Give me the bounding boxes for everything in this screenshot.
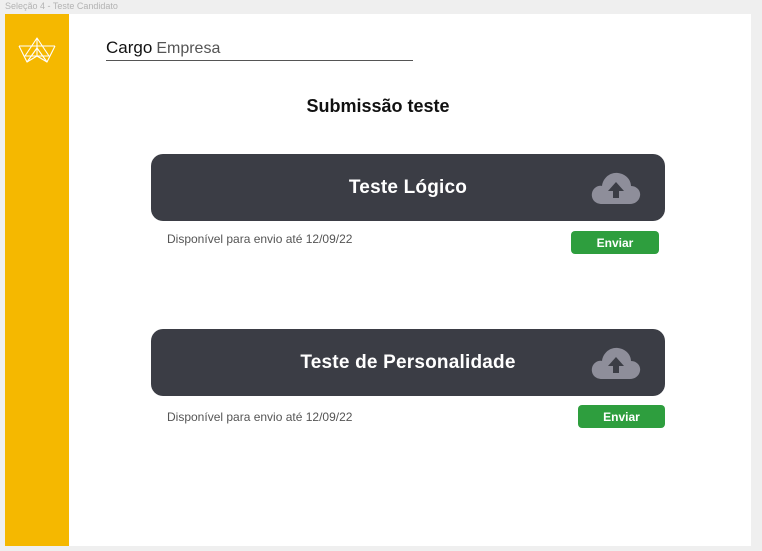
page-title-text: Submissão teste xyxy=(306,96,450,116)
availability-text: Disponível para envio até 12/09/22 xyxy=(167,410,353,424)
page-canvas: Cargo Empresa Submissão teste Teste Lógic… xyxy=(5,14,751,546)
cargo-label: Cargo xyxy=(106,38,153,57)
send-button-logico[interactable]: Enviar xyxy=(571,231,659,254)
availability-text: Disponível para envio até 12/09/22 xyxy=(167,232,353,246)
frame-label: Seleção 4 - Teste Candidato xyxy=(5,1,118,11)
test-card-title: Teste Lógico xyxy=(348,176,468,198)
test-card-logico: Teste Lógico xyxy=(151,154,665,221)
cloud-upload-icon[interactable] xyxy=(589,343,643,383)
cloud-upload-icon[interactable] xyxy=(589,168,643,208)
page-title: Submissão teste xyxy=(5,96,751,117)
test-card-title: Teste de Personalidade xyxy=(300,351,516,373)
header-cargo-empresa: Cargo Empresa xyxy=(106,38,413,61)
test-card-personalidade: Teste de Personalidade xyxy=(151,329,665,396)
send-button-personalidade[interactable]: Enviar xyxy=(578,405,665,428)
empresa-label: Empresa xyxy=(156,40,221,57)
sidebar xyxy=(5,14,69,546)
logo-icon xyxy=(18,37,56,63)
